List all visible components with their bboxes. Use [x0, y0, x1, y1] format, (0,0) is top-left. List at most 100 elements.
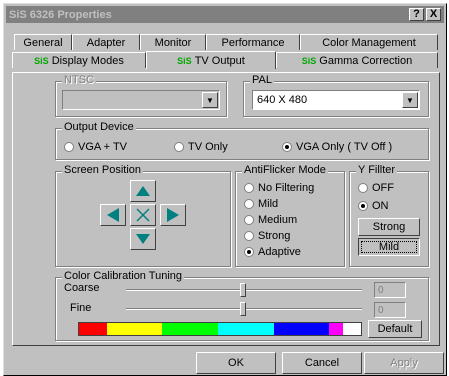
- radio-adaptive-label: Adaptive: [258, 246, 301, 258]
- tab-display-modes[interactable]: SiS Display Modes: [12, 52, 146, 68]
- tv-output-panel: NTSC ▼ PAL 640 X 480 ▼ Output Device VGA…: [12, 72, 440, 346]
- tab-performance-label: Performance: [221, 36, 285, 49]
- pal-label: PAL: [250, 74, 274, 86]
- fine-value: 0: [374, 302, 406, 318]
- ntsc-label: NTSC: [62, 74, 96, 86]
- radio-vga-only-circle: [282, 142, 292, 152]
- fine-label: Fine: [70, 302, 92, 314]
- cancel-button[interactable]: Cancel: [282, 352, 362, 374]
- yfilter-group: Y Fillter OFF ON Strong Mild: [349, 164, 429, 267]
- output-device-group: Output Device VGA + TV TV Only VGA Only …: [55, 121, 429, 160]
- tab-general[interactable]: General: [14, 34, 72, 50]
- move-right-button[interactable]: [160, 204, 186, 226]
- move-down-button[interactable]: [130, 228, 156, 250]
- default-button[interactable]: Default: [368, 320, 422, 338]
- tab-gamma-correction-label: Gamma Correction: [319, 54, 413, 67]
- chevron-down-icon: ▼: [202, 92, 218, 108]
- radio-adaptive-circle: [244, 247, 254, 257]
- color-swatch: [79, 323, 107, 335]
- color-calibration-bar: [78, 322, 362, 336]
- radio-yfilter-off-circle: [358, 183, 368, 193]
- arrow-right-icon: [167, 208, 179, 222]
- radio-no-filtering[interactable]: No Filtering: [244, 182, 314, 194]
- color-tuning-label: Color Calibration Tuning: [62, 270, 185, 282]
- tab-adapter[interactable]: Adapter: [72, 34, 140, 50]
- tab-display-modes-label: Display Modes: [51, 54, 124, 67]
- title-bar: SiS 6326 Properties ? X: [6, 6, 444, 23]
- apply-button[interactable]: Apply: [364, 352, 444, 374]
- radio-no-filtering-label: No Filtering: [258, 182, 315, 194]
- radio-yfilter-on-circle: [358, 201, 368, 211]
- coarse-slider-thumb[interactable]: [240, 283, 246, 297]
- tab-adapter-label: Adapter: [86, 36, 126, 49]
- radio-no-filtering-circle: [244, 183, 254, 193]
- pal-value: 640 X 480: [257, 94, 308, 106]
- sis-logo-icon: SiS: [301, 55, 317, 66]
- radio-tv-only[interactable]: TV Only: [174, 141, 228, 153]
- x-center-icon: [136, 208, 150, 222]
- pal-group: PAL 640 X 480 ▼: [243, 74, 429, 117]
- window-title: SiS 6326 Properties: [9, 8, 112, 21]
- properties-dialog: SiS 6326 Properties ? X General Adapter …: [3, 3, 447, 376]
- radio-vga-only[interactable]: VGA Only ( TV Off ): [282, 141, 392, 153]
- tab-tv-output-label: TV Output: [194, 54, 245, 67]
- tab-gamma-correction[interactable]: SiS Gamma Correction: [276, 52, 438, 68]
- strong-button[interactable]: Strong: [358, 218, 420, 236]
- fine-slider-thumb[interactable]: [240, 302, 246, 316]
- mild-button[interactable]: Mild: [358, 238, 420, 256]
- yfilter-label: Y Fillter: [356, 164, 398, 176]
- color-swatch: [218, 323, 274, 335]
- move-left-button[interactable]: [100, 204, 126, 226]
- radio-tv-only-circle: [174, 142, 184, 152]
- coarse-label: Coarse: [64, 282, 100, 294]
- ntsc-select[interactable]: ▼: [62, 90, 220, 110]
- sis-logo-icon: SiS: [34, 55, 49, 66]
- output-device-label: Output Device: [62, 121, 136, 133]
- radio-yfilter-off[interactable]: OFF: [358, 182, 394, 194]
- radio-medium-label: Medium: [258, 214, 298, 226]
- radio-vga-tv-circle: [64, 142, 74, 152]
- help-button[interactable]: ?: [409, 8, 424, 21]
- tab-monitor-label: Monitor: [154, 36, 192, 49]
- radio-yfilter-off-label: OFF: [372, 182, 394, 194]
- antiflicker-group: AntiFlicker Mode No Filtering Mild Mediu…: [235, 164, 345, 267]
- tab-monitor[interactable]: Monitor: [140, 34, 206, 50]
- close-button[interactable]: X: [426, 8, 441, 21]
- move-up-button[interactable]: [130, 180, 156, 202]
- color-tuning-group: Color Calibration Tuning Coarse 0 Fine 0…: [55, 270, 429, 341]
- screen-position-group: Screen Position: [55, 164, 231, 267]
- arrow-left-icon: [107, 208, 119, 222]
- radio-vga-only-label: VGA Only ( TV Off ): [296, 141, 393, 153]
- radio-strong-circle: [244, 231, 254, 241]
- radio-medium-circle: [244, 215, 254, 225]
- radio-vga-tv-label: VGA + TV: [78, 141, 128, 153]
- radio-mild-circle: [244, 199, 254, 209]
- tab-color-management[interactable]: Color Management: [300, 34, 438, 50]
- radio-vga-tv[interactable]: VGA + TV: [64, 141, 127, 153]
- radio-adaptive[interactable]: Adaptive: [244, 246, 301, 258]
- radio-yfilter-on[interactable]: ON: [358, 200, 389, 212]
- screen-position-label: Screen Position: [62, 164, 144, 176]
- sis-logo-icon: SiS: [177, 55, 192, 66]
- tab-color-management-label: Color Management: [322, 36, 416, 49]
- tab-performance[interactable]: Performance: [206, 34, 300, 50]
- chevron-down-icon: ▼: [402, 92, 418, 108]
- ntsc-group: NTSC ▼: [55, 74, 227, 117]
- center-button[interactable]: [130, 204, 156, 226]
- tab-general-label: General: [23, 36, 63, 49]
- pal-select[interactable]: 640 X 480 ▼: [252, 90, 420, 110]
- radio-mild[interactable]: Mild: [244, 198, 278, 210]
- antiflicker-label: AntiFlicker Mode: [242, 164, 328, 176]
- radio-tv-only-label: TV Only: [188, 141, 228, 153]
- arrow-up-icon: [136, 186, 150, 196]
- radio-strong-label: Strong: [258, 230, 291, 242]
- radio-yfilter-on-label: ON: [372, 200, 389, 212]
- coarse-value: 0: [374, 282, 406, 298]
- ok-button[interactable]: OK: [196, 352, 276, 374]
- arrow-down-icon: [136, 234, 150, 244]
- radio-medium[interactable]: Medium: [244, 214, 297, 226]
- tab-tv-output[interactable]: SiS TV Output: [146, 51, 276, 69]
- color-swatch: [106, 323, 163, 335]
- color-swatch: [273, 323, 330, 335]
- radio-strong[interactable]: Strong: [244, 230, 290, 242]
